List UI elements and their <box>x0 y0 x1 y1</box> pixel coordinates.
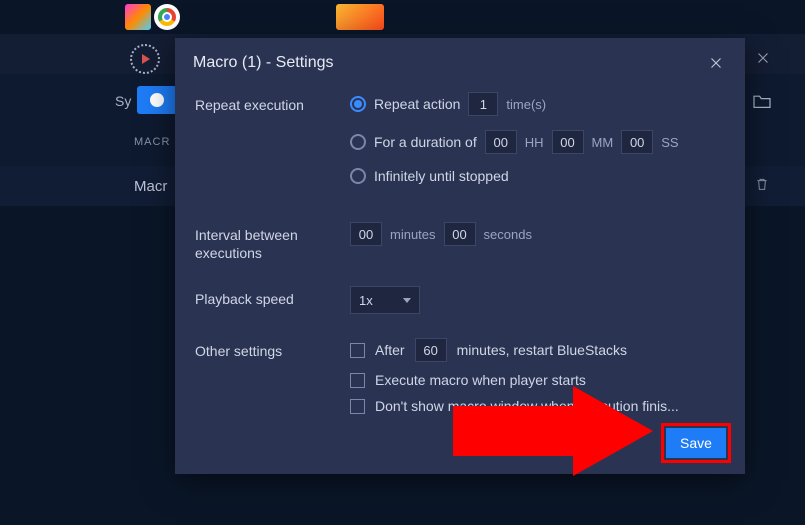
label-other: Other settings <box>195 338 350 360</box>
select-playback-speed[interactable]: 1x <box>350 286 420 314</box>
input-interval-minutes[interactable] <box>350 222 382 246</box>
macro-record-icon[interactable] <box>130 44 160 74</box>
radio-infinite[interactable] <box>350 168 366 184</box>
label-playback: Playback speed <box>195 286 350 308</box>
app-warning-icon[interactable] <box>336 4 384 30</box>
input-duration-mm[interactable] <box>552 130 584 154</box>
media-app-icon[interactable] <box>125 4 151 30</box>
text-dont-show: Don't show macro window when execution f… <box>375 398 679 414</box>
text-duration: For a duration of <box>374 134 477 150</box>
input-interval-seconds[interactable] <box>444 222 476 246</box>
row-other-settings: Other settings After minutes, restart Bl… <box>195 338 725 424</box>
suffix-times: time(s) <box>506 97 546 112</box>
macros-tab[interactable]: MACR <box>134 136 170 148</box>
option-repeat-action[interactable]: Repeat action time(s) <box>350 92 725 116</box>
radio-duration[interactable] <box>350 134 366 150</box>
checkbox-restart[interactable] <box>350 343 365 358</box>
unit-ss: SS <box>661 135 678 150</box>
save-button[interactable]: Save <box>666 428 726 458</box>
text-infinite: Infinitely until stopped <box>374 168 509 184</box>
option-execute-on-start[interactable]: Execute macro when player starts <box>350 372 725 388</box>
label-interval: Interval between executions <box>195 222 350 262</box>
unit-interval-minutes: minutes <box>390 227 436 242</box>
chrome-icon[interactable] <box>154 4 180 30</box>
unit-mm: MM <box>592 135 614 150</box>
chevron-down-icon <box>403 298 411 303</box>
folder-icon[interactable] <box>752 93 772 109</box>
unit-hh: HH <box>525 135 544 150</box>
input-repeat-times[interactable] <box>468 92 498 116</box>
option-infinite[interactable]: Infinitely until stopped <box>350 168 725 184</box>
option-duration[interactable]: For a duration of HH MM SS <box>350 130 725 154</box>
label-repeat-execution: Repeat execution <box>195 92 350 114</box>
taskbar-icons <box>125 4 384 30</box>
input-restart-minutes[interactable] <box>415 338 447 362</box>
checkbox-execute-start[interactable] <box>350 373 365 388</box>
sync-toggle[interactable] <box>137 86 177 114</box>
modal-title: Macro (1) - Settings <box>193 54 333 72</box>
text-after: After <box>375 342 405 358</box>
macro-settings-modal: Macro (1) - Settings Repeat execution Re… <box>175 38 745 474</box>
unit-interval-seconds: seconds <box>484 227 532 242</box>
modal-header: Macro (1) - Settings <box>175 38 745 84</box>
row-playback-speed: Playback speed 1x <box>195 286 725 314</box>
trash-icon[interactable] <box>754 175 770 193</box>
row-interval: Interval between executions minutes seco… <box>195 222 725 262</box>
option-restart-after[interactable]: After minutes, restart BlueStacks <box>350 338 725 362</box>
text-execute-start: Execute macro when player starts <box>375 372 586 388</box>
playback-value: 1x <box>359 293 373 308</box>
macro-row-name: Macr <box>134 178 167 195</box>
close-outer-panel[interactable] <box>749 44 777 72</box>
input-duration-ss[interactable] <box>621 130 653 154</box>
sync-label: Sy <box>115 93 131 109</box>
row-repeat-execution: Repeat execution Repeat action time(s) F… <box>195 92 725 198</box>
radio-repeat-action[interactable] <box>350 96 366 112</box>
text-repeat-action: Repeat action <box>374 96 460 112</box>
option-dont-show-window[interactable]: Don't show macro window when execution f… <box>350 398 725 414</box>
text-restart-suffix: minutes, restart BlueStacks <box>457 342 627 358</box>
checkbox-dont-show[interactable] <box>350 399 365 414</box>
input-duration-hh[interactable] <box>485 130 517 154</box>
close-icon[interactable] <box>705 52 727 74</box>
